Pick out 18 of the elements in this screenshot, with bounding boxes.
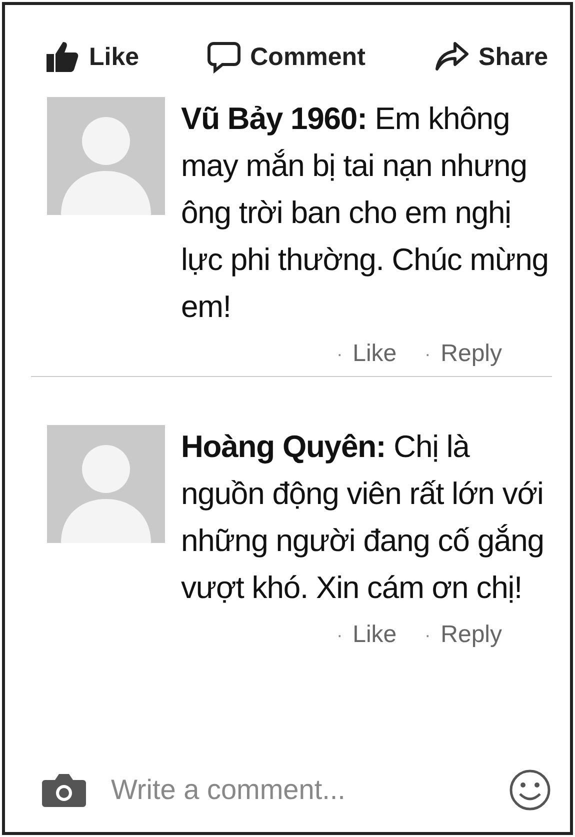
separator-dot: ·: [336, 624, 343, 646]
comment-action-link[interactable]: Reply: [440, 621, 502, 649]
comment-action-link[interactable]: Like: [352, 340, 397, 368]
separator-dot: ·: [336, 344, 343, 364]
share-button[interactable]: Share: [432, 35, 548, 79]
comment-input-field[interactable]: Write a comment...: [111, 774, 484, 806]
comment-action-link[interactable]: Like: [352, 621, 397, 649]
comment-action-link[interactable]: Reply: [440, 340, 502, 368]
like-button[interactable]: Like: [45, 35, 140, 79]
separator-dot: ·: [424, 624, 431, 646]
smiley-icon[interactable]: [508, 768, 552, 812]
comment-button[interactable]: Comment: [206, 35, 366, 79]
separator-dot: ·: [424, 344, 431, 364]
speech-bubble-icon: [206, 39, 242, 75]
camera-icon: [41, 772, 87, 808]
thumbs-up-icon: [45, 39, 81, 75]
comment-text: Vũ Bảy 1960: Em không may mắn bị tai nạn nhưng ông trời ban cho em nghị lực phi thường. Chúc mừng em!: [181, 100, 550, 326]
comment-text: Hoàng Quyên: Chị là nguồn động viên rất lớn với những người đang cố gắng vượt khó. Xin cám ơn chị!: [181, 428, 545, 607]
